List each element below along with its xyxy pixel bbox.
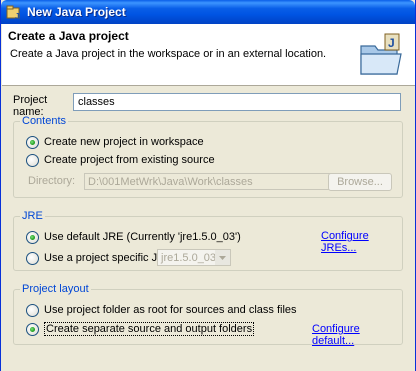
project-layout-legend: Project layout xyxy=(20,283,91,295)
title-bar: J New Java Project xyxy=(1,0,415,24)
browse-button[interactable]: Browse... xyxy=(328,173,392,191)
folder-wizard-icon: J xyxy=(360,33,402,75)
new-java-project-dialog: J New Java Project Create a Java project… xyxy=(0,0,416,371)
separate-folders-radio[interactable] xyxy=(26,322,39,336)
specific-jre-radio[interactable] xyxy=(26,251,39,265)
create-new-label: Create new project in workspace xyxy=(44,136,204,148)
specific-jre-select[interactable]: jre1.5.0_03 xyxy=(157,249,231,266)
specific-jre-label: Use a project specific JRE: xyxy=(44,252,176,264)
root-folder-radio[interactable] xyxy=(26,303,39,317)
project-name-input[interactable] xyxy=(73,93,401,111)
default-jre-label: Use default JRE (Currently 'jre1.5.0_03'… xyxy=(44,231,241,243)
create-new-project-option[interactable]: Create new project in workspace xyxy=(26,135,204,149)
separate-folders-option[interactable]: Create separate source and output folder… xyxy=(26,322,255,336)
specific-jre-value: jre1.5.0_03 xyxy=(161,251,217,264)
banner-description: Create a Java project in the workspace o… xyxy=(10,48,327,60)
banner-title: Create a Java project xyxy=(8,29,129,43)
configure-default-link[interactable]: Configure default... xyxy=(312,323,402,347)
specific-jre-option[interactable]: Use a project specific JRE: xyxy=(26,251,175,265)
create-new-radio[interactable] xyxy=(26,135,39,149)
directory-input[interactable]: D:\001MetWrk\Java\Work\classes xyxy=(84,173,340,190)
contents-group: Contents Create new project in workspace… xyxy=(13,115,403,198)
window-title: New Java Project xyxy=(27,5,126,19)
jre-group: JRE Use default JRE (Currently 'jre1.5.0… xyxy=(13,210,403,271)
project-layout-group: Project layout Use project folder as roo… xyxy=(13,283,403,347)
svg-text:J: J xyxy=(388,36,395,50)
chevron-down-icon[interactable] xyxy=(215,250,230,265)
root-folder-label: Use project folder as root for sources a… xyxy=(44,304,297,316)
create-existing-label: Create project from existing source xyxy=(44,154,215,166)
java-project-icon: J xyxy=(6,5,20,20)
directory-label: Directory: xyxy=(28,175,76,187)
configure-jres-link[interactable]: Configure JREs... xyxy=(321,230,402,254)
default-jre-radio[interactable] xyxy=(26,230,39,244)
create-existing-radio[interactable] xyxy=(26,153,39,167)
wizard-banner: Create a Java project Create a Java proj… xyxy=(2,24,415,86)
create-from-existing-option[interactable]: Create project from existing source xyxy=(26,153,215,167)
contents-legend: Contents xyxy=(20,115,69,127)
separate-folders-label: Create separate source and output folder… xyxy=(44,322,255,336)
svg-text:J: J xyxy=(15,12,19,20)
jre-legend: JRE xyxy=(20,210,45,222)
root-folder-option[interactable]: Use project folder as root for sources a… xyxy=(26,303,297,317)
default-jre-option[interactable]: Use default JRE (Currently 'jre1.5.0_03'… xyxy=(26,230,241,244)
